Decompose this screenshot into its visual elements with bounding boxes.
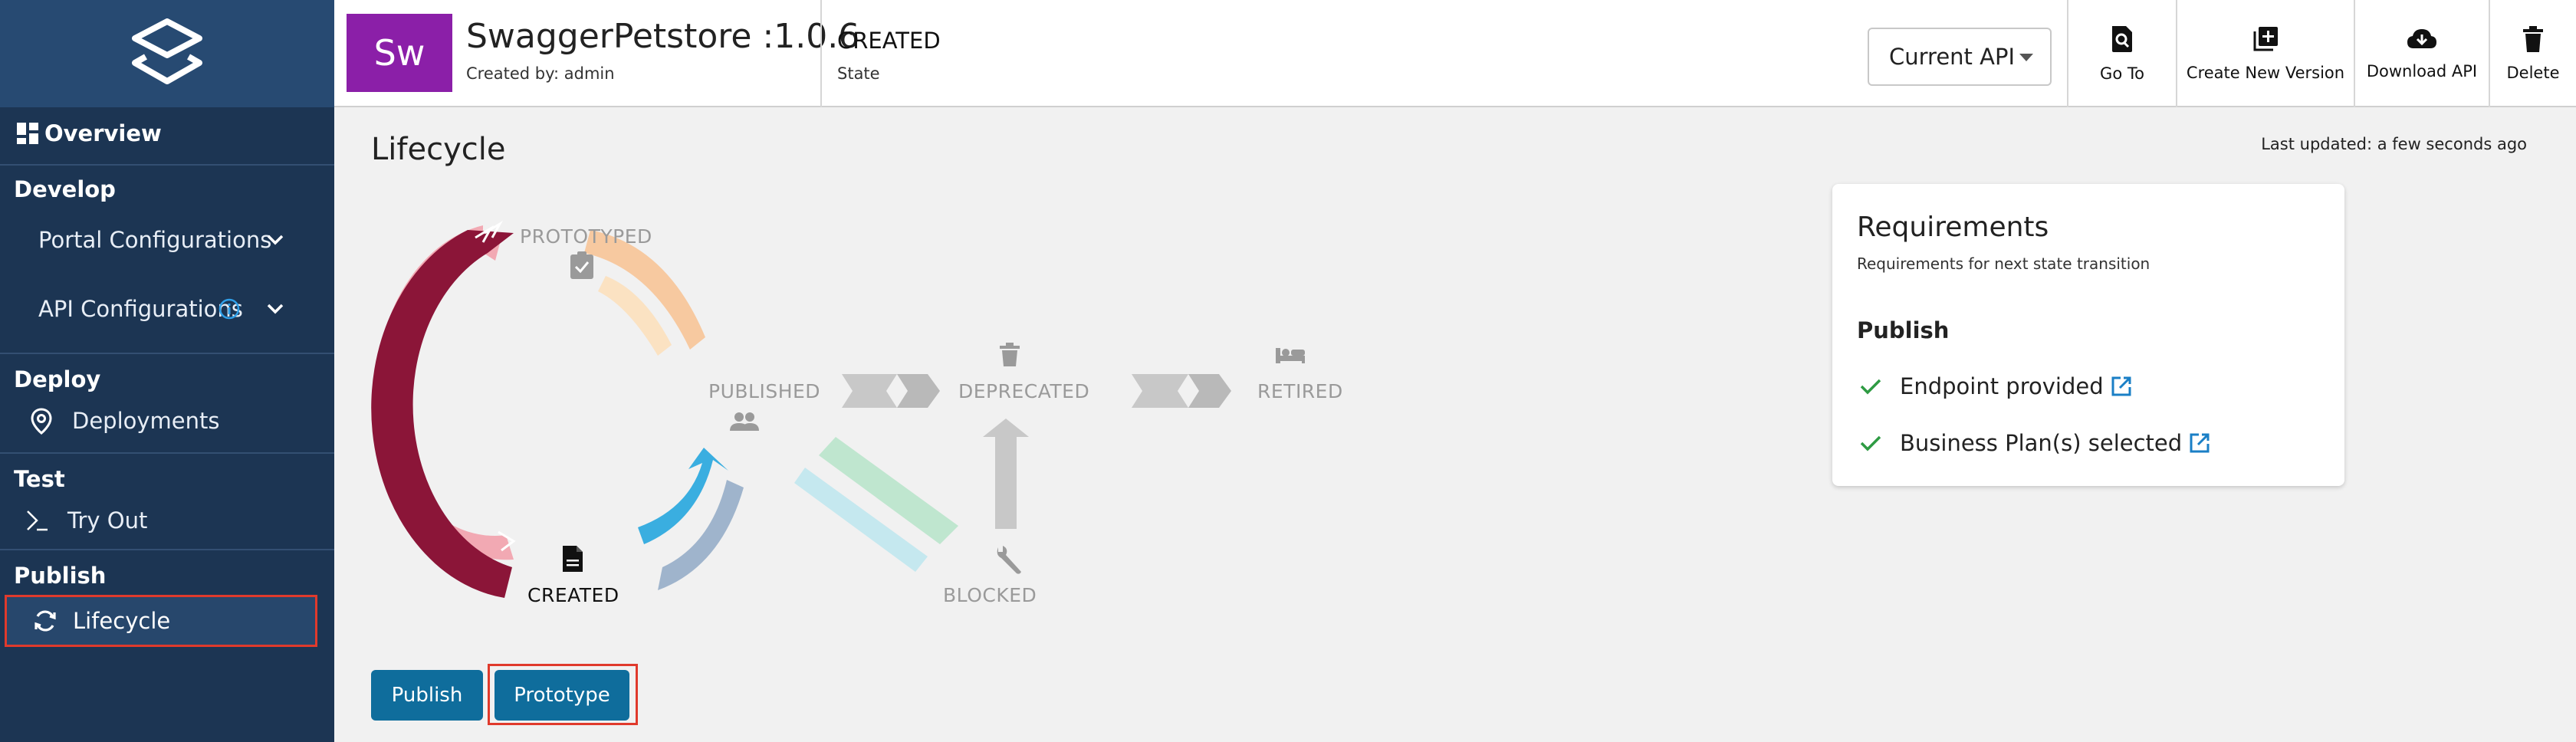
clipboard-check-icon [570,251,593,279]
sync-icon [34,610,56,632]
page-title: Lifecycle [371,132,506,167]
nav-deployments-label: Deployments [72,408,220,434]
nav-api-configurations[interactable]: API Configurations [0,284,334,334]
info-icon[interactable] [218,297,241,320]
sidebar-divider [0,164,334,166]
dashboard-icon [17,123,38,144]
requirements-title: Requirements [1857,212,2049,243]
section-develop: Develop [14,176,116,202]
check-icon [1860,379,1881,395]
nav-deployments[interactable]: Deployments [0,396,334,446]
external-link-icon[interactable] [2110,375,2133,398]
external-link-icon[interactable] [2188,432,2211,455]
section-test: Test [14,466,65,492]
api-title: SwaggerPetstore :1.0.6 [466,17,860,56]
trash-icon [1000,343,1020,366]
search-file-icon [2112,26,2132,52]
bed-icon [1276,348,1305,363]
state-deprecated-label: DEPRECATED [958,380,1090,402]
nav-portal-configurations[interactable]: Portal Configurations [0,215,334,265]
requirement-item: Business Plan(s) selected [1857,428,2211,458]
transition-arrow-published-deprecated [842,374,897,408]
state-label: State [837,64,880,83]
last-updated: Last updated: a few seconds ago [2261,135,2527,153]
cloud-download-icon [2407,29,2436,48]
transition-arrow-published-created [658,480,744,590]
section-publish: Publish [14,563,107,589]
state-retired-label: RETIRED [1257,380,1343,402]
create-new-version-button[interactable]: Create New Version [2177,0,2354,107]
state-published-label: PUBLISHED [708,380,821,402]
transition-arrow-published-blocked [819,437,958,544]
api-version-select-value: Current API [1889,44,2016,70]
sidebar-divider [0,353,334,354]
state-blocked-label: BLOCKED [943,584,1037,606]
api-created-by: Created by: admin [466,64,615,83]
nav-lifecycle-label: Lifecycle [73,608,171,634]
transition-arrow-deprecated-retired [1132,374,1188,408]
sidebar-divider [0,549,334,550]
file-icon [563,546,583,572]
state-value: CREATED [837,28,941,54]
requirement-item: Endpoint provided [1857,371,2133,402]
transition-arrow-blocked-deprecated [983,419,1029,529]
requirement-item-label: Endpoint provided [1900,373,2104,399]
nav-lifecycle[interactable]: Lifecycle [5,595,317,647]
requirement-item-label: Business Plan(s) selected [1900,430,2183,456]
section-deploy: Deploy [14,366,101,392]
chevron-down-icon [267,304,284,314]
download-api-label: Download API [2366,62,2478,80]
nav-try-out[interactable]: Try Out [0,495,334,546]
nav-overview[interactable]: Overview [15,117,162,150]
nav-try-out-label: Try Out [67,507,148,534]
requirements-card: Requirements Requirements for next state… [1832,184,2344,486]
location-pin-icon [31,408,52,435]
chevron-down-icon [267,235,284,245]
terminal-icon [27,511,48,531]
sidebar: Overview Develop Portal Configurations A… [0,0,334,742]
requirements-subtitle: Requirements for next state transition [1857,254,2150,273]
delete-button[interactable]: Delete [2490,0,2576,107]
create-new-version-label: Create New Version [2186,64,2345,82]
trash-icon [2523,26,2543,52]
transition-arrow-published-deprecated [897,374,940,408]
state-created-label: CREATED [527,584,619,606]
check-icon [1860,435,1881,451]
lifecycle-diagram [371,220,1305,598]
stack-logo-icon [132,18,202,84]
api-avatar: Sw [347,14,452,92]
prototype-button[interactable]: Prototype [495,670,629,721]
download-api-button[interactable]: Download API [2355,0,2489,107]
sidebar-divider [0,452,334,454]
dropdown-caret-icon [2019,54,2033,61]
api-version-select[interactable]: Current API [1868,28,2052,86]
app-logo[interactable] [0,0,334,107]
go-to-button[interactable]: Go To [2068,0,2176,107]
state-prototyped-label: PROTOTYPED [520,225,652,248]
nav-portal-configurations-label: Portal Configurations [38,227,272,253]
nav-api-configurations-label: API Configurations [38,296,243,322]
top-header: Sw SwaggerPetstore :1.0.6 Created by: ad… [334,0,2576,107]
publish-button[interactable]: Publish [371,670,483,721]
requirements-section-publish: Publish [1857,317,1950,343]
transition-arrow-deprecated-retired [1188,374,1231,408]
library-add-icon [2253,27,2278,51]
go-to-label: Go To [2100,64,2144,83]
delete-label: Delete [2506,64,2560,82]
nav-overview-label: Overview [44,120,162,146]
people-icon [730,412,759,431]
wrench-icon [997,546,1021,574]
header-divider [820,0,822,107]
